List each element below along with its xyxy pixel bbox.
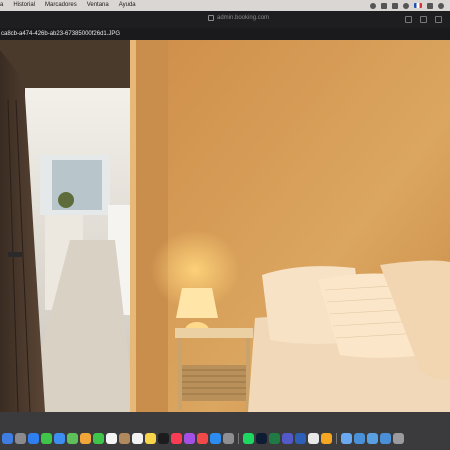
notes-icon[interactable] xyxy=(145,432,156,444)
menu-item-historial[interactable]: Historial xyxy=(8,0,40,11)
input-source-flag-icon[interactable] xyxy=(414,3,422,8)
new-tab-button[interactable] xyxy=(420,16,427,23)
tab-title-bar[interactable]: ca8cb-a474-426b-ab23-67385000f26d1.JPG xyxy=(0,28,450,40)
music-icon[interactable] xyxy=(171,432,182,444)
excel-icon[interactable] xyxy=(269,432,280,444)
chrome-icon[interactable] xyxy=(308,432,319,444)
battery-icon[interactable] xyxy=(427,2,433,9)
lock-icon xyxy=(208,15,214,21)
door-frame-edge xyxy=(130,40,136,412)
dock xyxy=(0,412,450,450)
plant xyxy=(58,192,74,208)
finder-icon[interactable] xyxy=(2,432,13,444)
wifi-icon[interactable] xyxy=(438,2,444,9)
status-icon-3[interactable] xyxy=(403,2,409,9)
reminders-icon[interactable] xyxy=(132,432,143,444)
status-area xyxy=(370,2,450,9)
image-filename: ca8cb-a474-426b-ab23-67385000f26d1.JPG xyxy=(1,31,121,37)
podcasts-icon[interactable] xyxy=(184,432,195,444)
folder-icon-3[interactable] xyxy=(380,432,391,444)
menu-bar: a Historial Marcadores Ventana Ayuda xyxy=(0,0,450,11)
settings-icon[interactable] xyxy=(223,432,234,444)
word-icon[interactable] xyxy=(295,432,306,444)
news-icon[interactable] xyxy=(197,432,208,444)
menu-item-ventana[interactable]: Ventana xyxy=(82,0,114,11)
status-icon-2[interactable] xyxy=(392,2,398,9)
maps-icon[interactable] xyxy=(67,432,78,444)
contacts-icon[interactable] xyxy=(119,432,130,444)
menu-item-marcadores[interactable]: Marcadores xyxy=(40,0,82,11)
trash-icon[interactable] xyxy=(393,432,404,444)
tab-overview-button[interactable] xyxy=(435,16,442,23)
folder-icon-2[interactable] xyxy=(367,432,378,444)
menu-item-app[interactable]: a xyxy=(0,0,8,11)
door-handle xyxy=(8,252,22,257)
rattan-shelf xyxy=(182,365,246,401)
mail-icon[interactable] xyxy=(54,432,65,444)
status-icon[interactable] xyxy=(381,2,387,9)
photo-scene xyxy=(0,40,450,412)
url-text: admin.booking.com xyxy=(217,15,270,21)
bedside-tabletop xyxy=(175,328,253,338)
app-store-icon[interactable] xyxy=(210,432,221,444)
dock-separator xyxy=(238,432,239,444)
calendar-icon[interactable] xyxy=(106,432,117,444)
menu-item-ayuda[interactable]: Ayuda xyxy=(114,0,141,11)
teams-icon[interactable] xyxy=(282,432,293,444)
lamp-shade xyxy=(176,288,218,318)
dock-separator xyxy=(336,432,337,444)
preview-icon[interactable] xyxy=(341,432,352,444)
launchpad-icon[interactable] xyxy=(15,432,26,444)
safari-icon[interactable] xyxy=(28,432,39,444)
messages-icon[interactable] xyxy=(41,432,52,444)
creative-cloud-icon[interactable] xyxy=(370,2,376,9)
spotify-icon[interactable] xyxy=(243,432,254,444)
folder-icon[interactable] xyxy=(354,432,365,444)
photoshop-icon[interactable] xyxy=(256,432,267,444)
pages-icon[interactable] xyxy=(321,432,332,444)
photos-icon[interactable] xyxy=(80,432,91,444)
share-button[interactable] xyxy=(405,16,412,23)
hotel-room-photo xyxy=(0,40,450,412)
facetime-icon[interactable] xyxy=(93,432,104,444)
tv-icon[interactable] xyxy=(158,432,169,444)
browser-toolbar: admin.booking.com xyxy=(0,11,450,28)
address-bar[interactable]: admin.booking.com xyxy=(208,15,269,21)
